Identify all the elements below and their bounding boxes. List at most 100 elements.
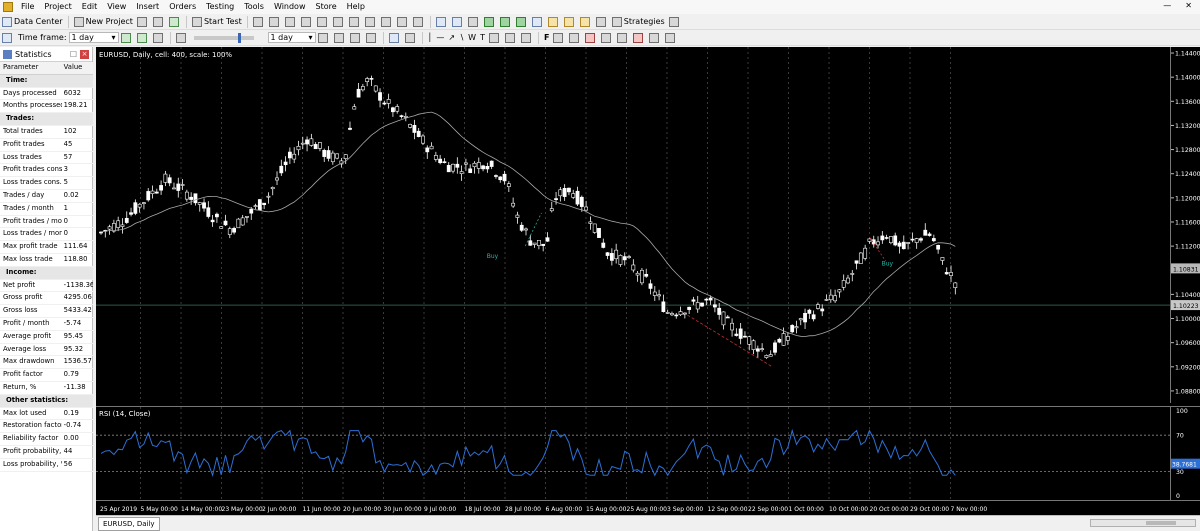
- chart-settings-button[interactable]: [0, 31, 16, 44]
- chart-mode-3-button[interactable]: [514, 15, 530, 28]
- statistics-row[interactable]: Profit / month -5.74: [0, 318, 93, 331]
- statistics-row[interactable]: Trades / month 1: [0, 203, 93, 216]
- statistics-row[interactable]: Months processed 198.21: [0, 100, 93, 114]
- color-button[interactable]: [583, 31, 599, 44]
- statistics-row[interactable]: Trades / day 0.02: [0, 190, 93, 203]
- statistics-row[interactable]: Total trades 102: [0, 126, 93, 139]
- menu-orders[interactable]: Orders: [164, 0, 201, 14]
- statistics-row[interactable]: Profit probability, %44: [0, 446, 93, 459]
- chart-tab-eurusd[interactable]: EURUSD, Daily: [98, 517, 160, 531]
- statistics-row[interactable]: Net profit -1138.36: [0, 280, 93, 293]
- menu-store[interactable]: Store: [311, 0, 342, 14]
- pin-icon[interactable]: ☐: [70, 50, 77, 59]
- zoom-out-button[interactable]: [450, 15, 466, 28]
- font-button[interactable]: F: [542, 31, 551, 44]
- statistics-row[interactable]: Loss trades 57: [0, 152, 93, 165]
- chart-mode-4-button[interactable]: [530, 15, 546, 28]
- refresh-button[interactable]: [167, 15, 183, 28]
- wave-button[interactable]: W: [466, 31, 478, 44]
- binoculars-button[interactable]: [466, 15, 482, 28]
- pen-button[interactable]: [578, 15, 594, 28]
- price-scale[interactable]: 1.14400 1.14000 1.13600 1.13200 1.12800 1.124…: [1170, 47, 1200, 403]
- screenshot-button[interactable]: [594, 15, 610, 28]
- chart-mode-1-button[interactable]: [482, 15, 498, 28]
- gear-button[interactable]: [151, 31, 167, 44]
- hline-button[interactable]: —: [434, 31, 446, 44]
- statistics-row[interactable]: Days processed 6032: [0, 88, 93, 101]
- statistics-row[interactable]: Restoration factor -0.74: [0, 420, 93, 434]
- text-button[interactable]: T: [478, 31, 487, 44]
- chart-mode-2-button[interactable]: [498, 15, 514, 28]
- statistics-row[interactable]: Max loss trade 118.80: [0, 254, 93, 267]
- step-back-button[interactable]: [174, 31, 190, 44]
- statistics-row[interactable]: Max lot used 0.19: [0, 408, 93, 421]
- statistics-row[interactable]: Return, % -11.38: [0, 382, 93, 395]
- timeframe-select[interactable]: 1 day ▾: [68, 32, 119, 43]
- indicator-button[interactable]: [546, 15, 562, 28]
- statistics-row[interactable]: Max drawdown 1536.57: [0, 356, 93, 370]
- template-button[interactable]: [562, 15, 578, 28]
- magnet-button[interactable]: [615, 31, 631, 44]
- menu-project[interactable]: Project: [39, 0, 76, 14]
- statistics-row[interactable]: Profit trades 45: [0, 139, 93, 152]
- statistics-row[interactable]: Loss trades cons. 5: [0, 177, 93, 190]
- toolbar-doc-5[interactable]: [315, 15, 331, 28]
- toolbar-doc-3[interactable]: [283, 15, 299, 28]
- toolbar-doc-10[interactable]: [395, 15, 411, 28]
- strategies-button[interactable]: Strategies: [610, 15, 667, 28]
- toolbar-doc-11[interactable]: [411, 15, 427, 28]
- vline-button[interactable]: │: [426, 31, 435, 44]
- rsi-scale[interactable]: 100 70 30 0 38.7681: [1170, 406, 1200, 500]
- slider-knob[interactable]: [237, 32, 241, 43]
- statistics-row[interactable]: Max profit trade 111.64: [0, 241, 93, 254]
- fill-button[interactable]: [599, 31, 615, 44]
- menu-file[interactable]: File: [16, 0, 39, 14]
- menu-view[interactable]: View: [102, 0, 131, 14]
- draw-button[interactable]: [403, 31, 419, 44]
- save-project-button[interactable]: [151, 15, 167, 28]
- toolbar-doc-2[interactable]: [267, 15, 283, 28]
- time-axis[interactable]: 25 Apr 2019 5 May 00:00 14 May 00:00 23 May…: [96, 500, 1200, 515]
- channel-button[interactable]: [519, 31, 535, 44]
- menu-edit[interactable]: Edit: [77, 0, 103, 14]
- toolbar-doc-4[interactable]: [299, 15, 315, 28]
- menu-insert[interactable]: Insert: [131, 0, 164, 14]
- fib-button[interactable]: [503, 31, 519, 44]
- objects-button[interactable]: [647, 31, 663, 44]
- column-header-parameter[interactable]: Parameter: [0, 62, 62, 74]
- ray-button[interactable]: ∖: [457, 31, 466, 44]
- toolbar-doc-6[interactable]: [331, 15, 347, 28]
- tick-button-1[interactable]: [316, 31, 332, 44]
- line-width-button[interactable]: [567, 31, 583, 44]
- horizontal-scrollbar[interactable]: [1090, 519, 1196, 527]
- data-center-button[interactable]: Data Center: [0, 15, 65, 28]
- statistics-row[interactable]: Profit trades cons. 3: [0, 164, 93, 178]
- statistics-row[interactable]: Profit trades / month0: [0, 216, 93, 229]
- menu-window[interactable]: Window: [269, 0, 311, 14]
- toolbar-doc-7[interactable]: [347, 15, 363, 28]
- menu-tools[interactable]: Tools: [239, 0, 269, 14]
- toolbar-doc-8[interactable]: [363, 15, 379, 28]
- shape-button[interactable]: [487, 31, 503, 44]
- statistics-row[interactable]: Gross loss 5433.42: [0, 305, 93, 318]
- trendline-button[interactable]: ↗: [446, 31, 457, 44]
- statistics-row[interactable]: Average profit 95.45: [0, 331, 93, 344]
- arrow-up-button[interactable]: [119, 31, 135, 44]
- speed-slider[interactable]: [193, 32, 254, 43]
- cursor-button[interactable]: [387, 31, 403, 44]
- toolbar-doc-9[interactable]: [379, 15, 395, 28]
- rsi-chart[interactable]: RSI (14, Close): [96, 406, 1170, 500]
- list-button[interactable]: [667, 15, 683, 28]
- menu-help[interactable]: Help: [342, 0, 370, 14]
- toolbar-doc-1[interactable]: [251, 15, 267, 28]
- line-style-button[interactable]: [551, 31, 567, 44]
- tick-button-2[interactable]: [332, 31, 348, 44]
- open-project-button[interactable]: [135, 15, 151, 28]
- statistics-row[interactable]: Loss trades / month0: [0, 228, 93, 242]
- menu-testing[interactable]: Testing: [201, 0, 239, 14]
- delete-objects-button[interactable]: [631, 31, 647, 44]
- scrollbar-thumb[interactable]: [1146, 521, 1176, 525]
- tick-button-4[interactable]: [364, 31, 380, 44]
- statistics-row[interactable]: Gross profit 4295.06: [0, 292, 93, 306]
- start-test-button[interactable]: Start Test: [190, 15, 244, 28]
